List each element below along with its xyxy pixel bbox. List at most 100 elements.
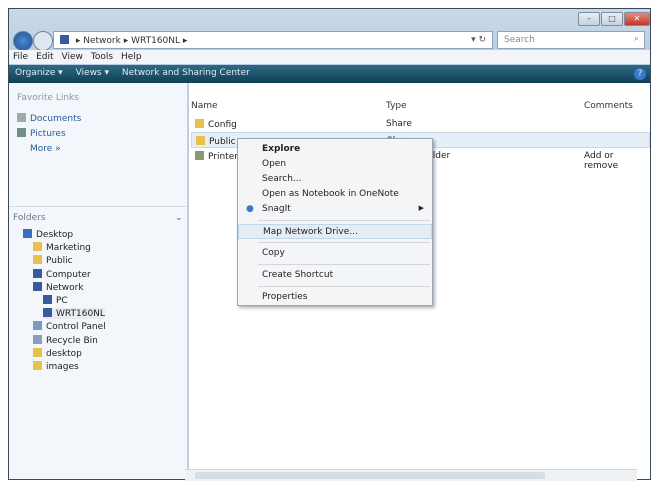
tree-item-label: Network	[46, 282, 84, 293]
context-menu-label: Open	[262, 159, 287, 169]
menu-edit[interactable]: Edit	[36, 52, 53, 62]
context-menu-item[interactable]: Open	[238, 157, 432, 172]
context-menu-item[interactable]: Search...	[238, 172, 432, 187]
desktop-icon	[23, 229, 32, 238]
context-menu-label: Map Network Drive...	[263, 227, 358, 237]
table-row[interactable]: Config Share	[191, 116, 650, 132]
tree-item-label: desktop	[46, 348, 82, 359]
context-menu-item[interactable]: ● ▶ SnagIt	[238, 202, 432, 217]
network-icon	[33, 281, 42, 291]
tree-item[interactable]: desktop	[33, 347, 82, 359]
views-button[interactable]: Views ▾	[76, 68, 109, 78]
context-menu-item[interactable]: Copy	[238, 246, 432, 261]
context-menu-label: Copy	[262, 248, 285, 258]
printer-icon	[195, 151, 204, 160]
recycle-bin-icon	[33, 334, 42, 344]
menu-separator	[258, 242, 430, 243]
context-menu-label: Search...	[262, 174, 302, 184]
folder-icon	[33, 242, 42, 252]
file-name: Config	[208, 120, 237, 130]
back-button[interactable]	[13, 31, 33, 51]
context-menu: Explore Open Search... Open as Notebook in …	[237, 138, 433, 306]
organize-button[interactable]: Organize ▾	[15, 68, 63, 78]
file-name: Public	[209, 137, 236, 147]
file-comments: Add or remove	[584, 151, 619, 171]
tree-item-label: Public	[46, 256, 73, 267]
favorite-documents[interactable]: Documents	[17, 113, 81, 124]
folders-heading[interactable]: Folders	[13, 213, 46, 223]
tree-item-label: images	[46, 362, 79, 372]
documents-icon	[17, 113, 26, 122]
tree-item-label: WRT160NL	[56, 309, 105, 320]
tree-item-label: Recycle Bin	[46, 335, 98, 346]
computer-icon	[43, 308, 52, 318]
tree-item-label: Control Panel	[46, 322, 106, 333]
menu-tools[interactable]: Tools	[91, 52, 113, 62]
close-button[interactable]: ✕	[624, 12, 650, 26]
tree-item[interactable]: images	[33, 361, 79, 372]
menu-view[interactable]: View	[62, 52, 83, 62]
address-bar[interactable]: ▸ Network ▸ WRT160NL ▸ ▾ ↻	[53, 31, 493, 49]
menu-separator	[258, 286, 430, 287]
share-folder-icon	[196, 136, 205, 145]
column-name[interactable]: Name	[191, 101, 218, 115]
tree-item[interactable]: Public	[33, 255, 73, 266]
favorite-links-heading: Favorite Links	[17, 93, 79, 103]
tree-item[interactable]: PC	[43, 295, 68, 306]
control-panel-icon	[33, 321, 42, 331]
chevron-down-icon[interactable]: ⌄	[175, 213, 183, 223]
pictures-icon	[17, 128, 26, 137]
column-comments[interactable]: Comments	[584, 101, 633, 115]
tree-item-label: Marketing	[46, 243, 91, 254]
context-menu-label: Explore	[262, 144, 301, 154]
maximize-button[interactable]: □	[601, 12, 623, 26]
breadcrumb-network[interactable]: Network	[83, 36, 121, 46]
tree-item[interactable]: WRT160NL	[43, 308, 105, 320]
menu-file[interactable]: File	[13, 52, 28, 62]
context-menu-item[interactable]: Create Shortcut	[238, 268, 432, 283]
horizontal-scrollbar[interactable]	[185, 469, 637, 481]
divider	[9, 206, 188, 207]
navigation-pane: Favorite Links Documents Pictures More »…	[9, 83, 188, 479]
context-menu-item[interactable]: Map Network Drive...	[238, 224, 432, 239]
submenu-arrow-icon: ▶	[418, 204, 424, 212]
menu-bar: File Edit View Tools Help	[9, 50, 650, 64]
breadcrumb-wrt160nl[interactable]: WRT160NL	[131, 36, 180, 46]
folder-icon	[33, 347, 42, 357]
favorite-pictures[interactable]: Pictures	[17, 128, 66, 139]
context-menu-label: Create Shortcut	[262, 270, 334, 280]
tree-item[interactable]: Control Panel	[33, 321, 106, 332]
tree-item[interactable]: Desktop	[23, 229, 73, 240]
dropdown-icon[interactable]: ▾ ↻	[471, 35, 486, 45]
help-icon[interactable]: ?	[634, 68, 646, 80]
folder-icon	[33, 255, 42, 265]
computer-icon	[33, 268, 42, 278]
tree-item-label: Desktop	[36, 230, 74, 240]
menu-separator	[258, 220, 430, 221]
file-type: Share	[386, 119, 412, 129]
command-bar: Organize ▾ Views ▾ Network and Sharing C…	[9, 65, 650, 83]
forward-button[interactable]	[33, 31, 53, 51]
context-menu-item[interactable]: Open as Notebook in OneNote	[238, 187, 432, 202]
scrollbar-thumb[interactable]	[195, 472, 545, 479]
context-menu-label: Open as Notebook in OneNote	[262, 189, 399, 199]
search-icon[interactable]: ⌕	[634, 34, 639, 44]
more-links[interactable]: More »	[30, 144, 61, 154]
computer-icon	[43, 295, 52, 304]
network-sharing-center-button[interactable]: Network and Sharing Center	[122, 68, 250, 78]
folder-icon	[33, 361, 42, 370]
tree-item[interactable]: Network	[33, 281, 84, 293]
context-menu-label: SnagIt	[262, 204, 291, 214]
context-menu-item[interactable]: Explore	[238, 142, 432, 157]
context-menu-item[interactable]: Properties	[238, 290, 432, 305]
menu-separator	[258, 264, 430, 265]
search-input[interactable]: Search ⌕	[497, 31, 645, 49]
menu-help[interactable]: Help	[121, 52, 142, 62]
column-type[interactable]: Type	[386, 101, 407, 115]
tree-item-label: Computer	[46, 269, 91, 280]
tree-item[interactable]: Marketing	[33, 242, 91, 253]
tree-item[interactable]: Computer	[33, 268, 91, 280]
minimize-button[interactable]: –	[578, 12, 600, 26]
tree-item[interactable]: Recycle Bin	[33, 334, 98, 346]
network-icon	[60, 35, 69, 44]
